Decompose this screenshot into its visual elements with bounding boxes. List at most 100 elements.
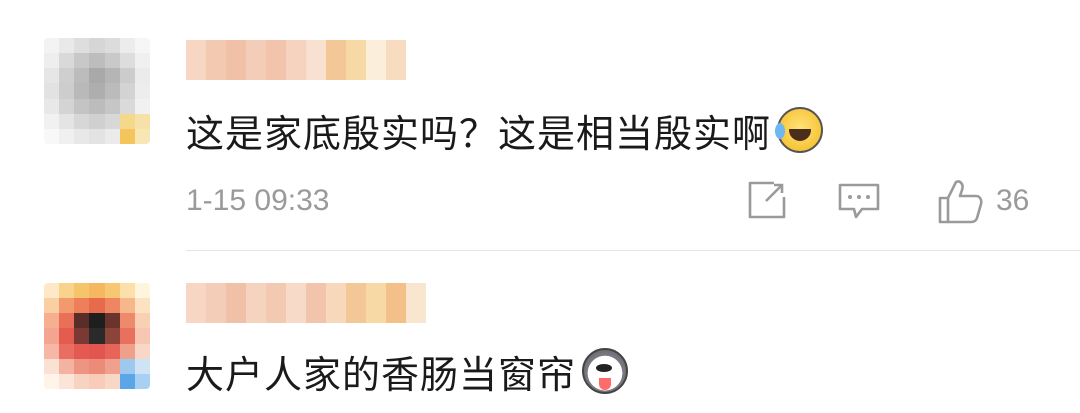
avatar-mosaic-cell — [134, 98, 150, 114]
share-icon — [748, 181, 786, 219]
avatar-mosaic-cell — [74, 83, 90, 99]
avatar-mosaic-cell — [89, 128, 105, 144]
avatar-mosaic-cell — [89, 358, 105, 374]
avatar-mosaic-cell — [104, 373, 120, 389]
avatar-mosaic-cell — [119, 298, 135, 314]
like-button[interactable]: 36 — [936, 176, 1029, 226]
avatar-mosaic-cell — [134, 83, 150, 99]
avatar-mosaic-cell — [44, 343, 60, 359]
avatar-mosaic-cell — [59, 313, 75, 329]
username-mosaic-cell — [286, 40, 306, 80]
avatar-mosaic-cell — [44, 358, 60, 374]
avatar-mosaic-cell — [44, 313, 60, 329]
username-mosaic-cell — [306, 40, 326, 80]
comment-list: 这是家底殷实吗？这是相当殷实啊 1-15 09:33 36 大户人家的香肠当窗帘 — [0, 0, 1080, 413]
avatar-mosaic-cell — [119, 283, 135, 299]
avatar-mosaic-cell — [89, 283, 105, 299]
avatar-mosaic-cell — [134, 113, 150, 129]
avatar-mosaic-cell — [59, 38, 75, 54]
username-mosaic-cell — [326, 283, 346, 323]
avatar-mosaic-cell — [119, 373, 135, 389]
avatar-mosaic-cell — [59, 373, 75, 389]
like-count: 36 — [996, 184, 1030, 217]
avatar-mosaic-cell — [134, 373, 150, 389]
avatar-mosaic-cell — [44, 113, 60, 129]
avatar-mosaic-cell — [104, 98, 120, 114]
avatar-mosaic-cell — [104, 313, 120, 329]
avatar-mosaic-cell — [119, 113, 135, 129]
avatar-mosaic-cell — [104, 38, 120, 54]
avatar-mosaic-cell — [119, 53, 135, 69]
username[interactable] — [186, 283, 426, 323]
avatar-mosaic-cell — [44, 373, 60, 389]
avatar-mosaic-cell — [74, 128, 90, 144]
avatar-mosaic-cell — [74, 283, 90, 299]
avatar-mosaic-cell — [104, 283, 120, 299]
comment-actions: 36 — [740, 176, 1060, 226]
username-mosaic-cell — [186, 40, 206, 80]
username-mosaic-cell — [266, 40, 286, 80]
comment-text: 大户人家的香肠当窗帘 — [186, 343, 629, 399]
username-mosaic-cell — [346, 40, 366, 80]
comment-button[interactable] — [836, 176, 882, 226]
avatar-mosaic-cell — [44, 128, 60, 144]
avatar-mosaic-cell — [134, 298, 150, 314]
avatar-mosaic-cell — [104, 83, 120, 99]
avatar-mosaic-cell — [59, 298, 75, 314]
username-mosaic-cell — [206, 40, 226, 80]
comment-item: 大户人家的香肠当窗帘 — [0, 251, 1080, 413]
avatar-mosaic-cell — [89, 373, 105, 389]
avatar-mosaic-cell — [74, 68, 90, 84]
avatar-mosaic-cell — [59, 283, 75, 299]
avatar-mosaic-cell — [44, 283, 60, 299]
avatar-mosaic-cell — [59, 53, 75, 69]
avatar[interactable] — [44, 38, 150, 144]
username-mosaic-cell — [226, 283, 246, 323]
avatar-mosaic-cell — [119, 313, 135, 329]
avatar-mosaic-cell — [119, 328, 135, 344]
avatar-mosaic-cell — [119, 343, 135, 359]
avatar-mosaic-cell — [119, 128, 135, 144]
avatar-mosaic-cell — [89, 343, 105, 359]
avatar-mosaic-cell — [59, 113, 75, 129]
avatar-mosaic-cell — [59, 98, 75, 114]
avatar-mosaic-cell — [119, 38, 135, 54]
thumbs-up-icon — [938, 180, 983, 224]
avatar-mosaic-cell — [104, 53, 120, 69]
avatar-mosaic-cell — [44, 38, 60, 54]
avatar-mosaic-cell — [59, 68, 75, 84]
username-mosaic-cell — [306, 283, 326, 323]
avatar-mosaic-cell — [89, 83, 105, 99]
avatar-mosaic-cell — [89, 113, 105, 129]
comment-text-label: 大户人家的香肠当窗帘 — [186, 352, 577, 397]
avatar-mosaic-cell — [104, 128, 120, 144]
avatar-mosaic-cell — [59, 128, 75, 144]
avatar-mosaic-cell — [74, 373, 90, 389]
avatar-mosaic-cell — [44, 68, 60, 84]
avatar-mosaic-cell — [59, 343, 75, 359]
avatar-mosaic-cell — [119, 83, 135, 99]
avatar-mosaic-cell — [89, 68, 105, 84]
avatar-mosaic-cell — [104, 358, 120, 374]
avatar-mosaic-cell — [104, 343, 120, 359]
username-mosaic-cell — [366, 40, 386, 80]
avatar[interactable] — [44, 283, 150, 389]
avatar-mosaic-cell — [59, 358, 75, 374]
avatar-mosaic-cell — [74, 113, 90, 129]
husky-dog-emoji-icon — [582, 348, 629, 394]
avatar-mosaic-cell — [44, 328, 60, 344]
username-mosaic-cell — [206, 283, 226, 323]
comment-timestamp: 1-15 09:33 — [186, 184, 330, 217]
username-mosaic-cell — [406, 283, 426, 323]
avatar-mosaic-cell — [59, 328, 75, 344]
avatar-mosaic-cell — [89, 313, 105, 329]
username-mosaic-cell — [226, 40, 246, 80]
username-mosaic-cell — [366, 283, 386, 323]
username-mosaic-cell — [346, 283, 366, 323]
username-mosaic-cell — [326, 40, 346, 80]
username[interactable] — [186, 40, 406, 80]
avatar-mosaic-cell — [89, 38, 105, 54]
share-button[interactable] — [744, 176, 788, 226]
avatar-mosaic-cell — [74, 343, 90, 359]
avatar-mosaic-cell — [89, 328, 105, 344]
